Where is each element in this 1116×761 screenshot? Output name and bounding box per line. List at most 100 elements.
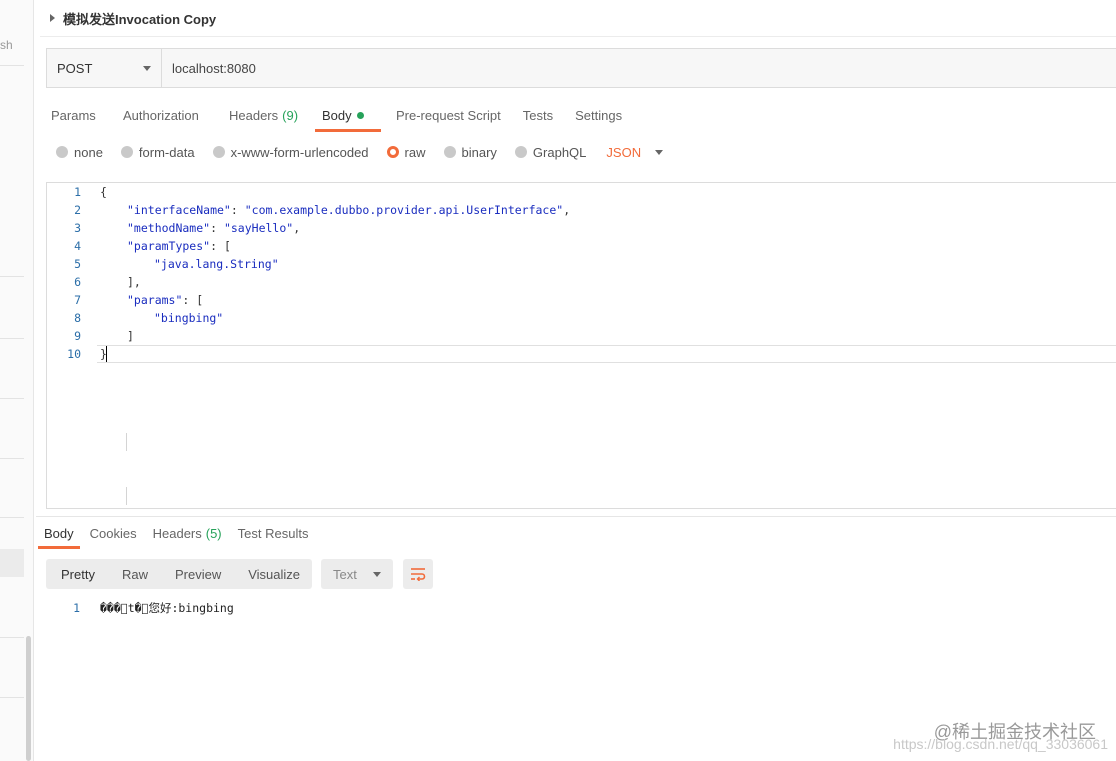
json-sep: : [ — [182, 293, 204, 307]
radio-urlencoded[interactable]: x-www-form-urlencoded — [212, 144, 369, 160]
url-bar: POST — [46, 48, 1116, 88]
line-number: 7 — [74, 293, 81, 307]
expand-caret-icon[interactable] — [50, 14, 55, 22]
response-text: ��� t� 您好:bingbing — [100, 601, 234, 615]
radio-checked-icon — [386, 146, 399, 158]
radio-graphql[interactable]: GraphQL — [514, 144, 587, 160]
sidebar-divider — [0, 338, 24, 339]
json-key: "interfaceName" — [127, 203, 231, 217]
sidebar-fragment-text: sh — [0, 38, 13, 52]
line-number: 9 — [74, 329, 81, 343]
radio-raw-label: raw — [404, 144, 426, 160]
response-format-label: Text — [333, 566, 357, 582]
code-text: "interfaceName": "com.example.dubbo.prov… — [127, 201, 570, 219]
line-number: 1 — [74, 185, 81, 199]
request-body-editor[interactable]: 1 { 2 "interfaceName": "com.example.dubbo.… — [46, 182, 1116, 509]
tab-settings-label: Settings — [575, 107, 623, 123]
raw-button[interactable]: Raw — [110, 559, 160, 589]
json-key: "methodName" — [127, 221, 211, 235]
line-number: 8 — [74, 311, 81, 325]
active-line-highlight — [97, 345, 1116, 363]
code-text: "bingbing" — [154, 311, 224, 325]
visualize-button[interactable]: Visualize — [236, 559, 312, 589]
indent-guide — [126, 487, 127, 505]
code-text: { — [100, 185, 107, 199]
radio-none-label: none — [74, 144, 103, 160]
resp-tab-cookies-label: Cookies — [89, 525, 137, 541]
line-number: 1 — [73, 601, 80, 615]
radio-binary-label: binary — [461, 144, 497, 160]
sidebar-selected-item[interactable] — [0, 549, 24, 577]
tab-authorization[interactable]: Authorization — [112, 98, 218, 132]
tab-headers-label: Headers — [229, 107, 279, 123]
radio-urlencoded-label: x-www-form-urlencoded — [230, 144, 369, 160]
sidebar-divider — [0, 517, 24, 518]
request-title[interactable]: 模拟发送Invocation Copy — [63, 9, 216, 28]
method-select[interactable]: POST — [47, 49, 162, 87]
json-sep: : — [210, 221, 224, 235]
tab-tests-label: Tests — [522, 107, 554, 123]
line-number: 2 — [74, 203, 81, 217]
resp-tab-headers[interactable]: Headers (5) — [145, 517, 230, 549]
tab-params-label: Params — [51, 107, 96, 123]
line-number: 5 — [74, 257, 81, 271]
json-sep: : [ — [210, 239, 231, 253]
tab-authorization-label: Authorization — [123, 107, 199, 123]
tab-body-label: Body — [322, 107, 352, 123]
radio-form-data[interactable]: form-data — [120, 144, 195, 160]
tab-params[interactable]: Params — [40, 98, 112, 132]
radio-binary[interactable]: binary — [443, 144, 497, 160]
radio-form-data-label: form-data — [138, 144, 195, 160]
radio-none[interactable]: none — [56, 145, 103, 160]
json-sep: : — [230, 203, 245, 217]
wrap-lines-icon — [411, 568, 426, 581]
sidebar-divider — [0, 458, 24, 459]
chevron-down-icon — [143, 65, 151, 71]
response-toolbar: Pretty Raw Preview Visualize Text — [46, 559, 434, 589]
response-tabs: Body Cookies Headers (5) Test Results — [36, 516, 1116, 549]
preview-button[interactable]: Preview — [160, 559, 236, 589]
resp-headers-count: (5) — [205, 525, 222, 541]
url-input[interactable] — [162, 49, 1116, 87]
json-key: "params" — [127, 293, 183, 307]
code-text: "paramTypes": [ — [127, 237, 231, 255]
resp-tab-body-label: Body — [44, 525, 74, 541]
tab-body[interactable]: Body — [311, 98, 385, 132]
tab-settings[interactable]: Settings — [564, 98, 633, 132]
code-text: "params": [ — [127, 291, 203, 309]
sidebar-scrollbar[interactable] — [26, 636, 31, 761]
indent-guide — [126, 433, 127, 451]
line-number: 4 — [74, 239, 81, 253]
resp-tab-body[interactable]: Body — [36, 517, 82, 549]
json-value: "com.example.dubbo.provider.api.UserInte… — [244, 203, 564, 217]
radio-circle-icon — [56, 146, 68, 158]
radio-circle-icon — [212, 146, 225, 158]
request-title-row: 模拟发送Invocation Copy — [40, 0, 1116, 37]
body-type-options: none form-data x-www-form-urlencoded raw… — [56, 141, 664, 163]
sidebar-divider — [0, 398, 24, 399]
wrap-lines-button[interactable] — [403, 559, 434, 589]
watermark-url: https://blog.csdn.net/qq_33036061 — [893, 736, 1108, 752]
sidebar-divider — [0, 637, 24, 638]
raw-format-select[interactable]: JSON — [606, 144, 664, 160]
body-indicator-dot — [356, 111, 364, 119]
resp-tab-cookies[interactable]: Cookies — [82, 517, 145, 549]
tab-headers[interactable]: Headers (9) — [218, 98, 311, 132]
code-text: } — [100, 347, 107, 361]
line-number: 6 — [74, 275, 81, 289]
headers-count: (9) — [282, 107, 299, 123]
raw-format-label: JSON — [606, 144, 642, 160]
radio-raw[interactable]: raw — [386, 144, 426, 160]
radio-circle-icon — [120, 146, 133, 158]
resp-tab-test-results-label: Test Results — [237, 525, 309, 541]
resp-tab-test-results[interactable]: Test Results — [230, 517, 317, 549]
tab-pre-request-script[interactable]: Pre-request Script — [385, 98, 512, 132]
resp-tab-headers-label: Headers — [152, 525, 202, 541]
radio-graphql-label: GraphQL — [532, 144, 587, 160]
chevron-down-icon — [655, 149, 664, 155]
request-tabs: Params Authorization Headers (9) Body Pre… — [40, 98, 633, 132]
sidebar-divider — [0, 276, 24, 277]
pretty-button[interactable]: Pretty — [46, 559, 110, 589]
response-format-select[interactable]: Text — [321, 559, 394, 589]
tab-tests[interactable]: Tests — [512, 98, 564, 132]
